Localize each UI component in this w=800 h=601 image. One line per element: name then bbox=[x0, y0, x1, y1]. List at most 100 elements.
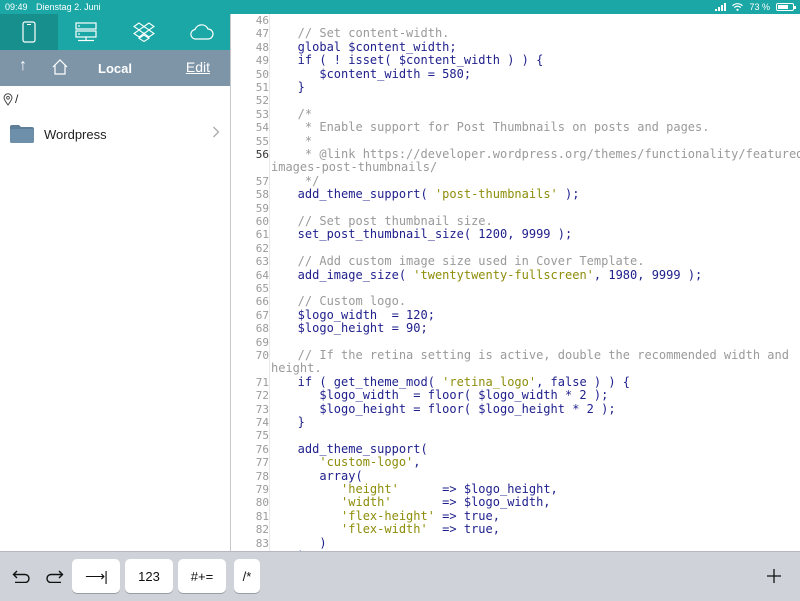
tab-dropbox[interactable] bbox=[115, 14, 173, 50]
line-number: 78 bbox=[255, 469, 269, 483]
line-number: 64 bbox=[255, 268, 269, 282]
line-number: 75 bbox=[255, 429, 269, 443]
tab-key[interactable]: ⟶| bbox=[72, 559, 120, 593]
numbers-key-label: 123 bbox=[138, 568, 160, 584]
code-line: 65 bbox=[231, 282, 800, 295]
tab-local-device[interactable] bbox=[0, 14, 58, 50]
code-line: 59 bbox=[231, 202, 800, 215]
code-line: 68 $logo_height = 90; bbox=[231, 321, 800, 336]
code-line: 64 add_image_size( 'twentytwenty-fullscr… bbox=[231, 268, 800, 282]
line-number: 77 bbox=[255, 456, 269, 470]
code-text: array( bbox=[276, 468, 363, 483]
code-text: /* bbox=[276, 106, 313, 121]
redo-button[interactable] bbox=[40, 559, 68, 593]
code-token: // Set post thumbnail size. bbox=[276, 214, 493, 228]
code-token: => $logo_width, bbox=[391, 495, 551, 510]
line-number: 67 bbox=[255, 308, 269, 322]
code-token: height. bbox=[271, 361, 322, 376]
cellular-signal-icon bbox=[715, 3, 727, 11]
code-token: 'flex-width' bbox=[276, 522, 428, 537]
line-number: 82 bbox=[255, 523, 269, 537]
line-number: 52 bbox=[255, 94, 269, 108]
code-line: 78 array( bbox=[231, 468, 800, 483]
code-line: 70 // If the retina setting is active, d… bbox=[231, 348, 800, 362]
code-text: $logo_height = 90; bbox=[276, 321, 428, 335]
code-line: 69 bbox=[231, 336, 800, 349]
line-number: 60 bbox=[255, 215, 269, 228]
code-text: * bbox=[276, 134, 312, 148]
code-token: set_post_thumbnail_size( 1200, 9999 ); bbox=[276, 227, 573, 242]
add-button[interactable] bbox=[760, 559, 788, 593]
line-number: 81 bbox=[255, 509, 269, 523]
keyboard-accessory-bar: ⟶| 123 #+= /* bbox=[0, 551, 800, 601]
line-number: 68 bbox=[255, 322, 269, 336]
code-editor[interactable]: 46 47 // Set content-width. 48 global $con… bbox=[231, 14, 800, 551]
code-token: // Custom logo. bbox=[276, 294, 407, 309]
code-text: ) bbox=[276, 536, 326, 550]
server-icon bbox=[75, 22, 97, 42]
code-token: 'post-thumbnails' bbox=[434, 187, 558, 202]
code-token: * Enable support for Post Thumbnails on … bbox=[276, 120, 710, 135]
dropbox-icon bbox=[132, 22, 155, 42]
folder-icon bbox=[10, 125, 34, 143]
code-token: $logo_width = 120; bbox=[276, 307, 435, 322]
code-line: 52 bbox=[231, 94, 800, 107]
undo-icon bbox=[12, 570, 30, 583]
code-line: 71 if ( get_theme_mod( 'retina_logo', fa… bbox=[231, 374, 800, 389]
code-text: } bbox=[276, 415, 305, 429]
code-line: 58 add_theme_support( 'post-thumbnails' … bbox=[231, 187, 800, 202]
line-number: 63 bbox=[255, 255, 269, 269]
code-line: 79 'height' => $logo_height, bbox=[231, 482, 800, 496]
line-number: 62 bbox=[255, 241, 269, 255]
line-number: 80 bbox=[255, 496, 269, 510]
code-line: 50 $content_width = 580; bbox=[231, 67, 800, 81]
battery-icon bbox=[776, 3, 796, 11]
code-text: } bbox=[276, 80, 305, 94]
code-line: 77 'custom-logo', bbox=[231, 455, 800, 470]
line-number: 51 bbox=[255, 81, 269, 94]
code-token: ); bbox=[557, 187, 580, 202]
code-token: , bbox=[413, 455, 421, 470]
line-number: 72 bbox=[255, 389, 269, 403]
code-line: 49 if ( ! isset( $content_width ) ) { bbox=[231, 53, 800, 67]
line-number: 66 bbox=[255, 295, 269, 309]
line-number: 69 bbox=[255, 335, 269, 349]
code-text: 'height' => $logo_height, bbox=[276, 482, 558, 496]
code-text: 'flex-width' => true, bbox=[276, 522, 500, 537]
code-token: /* bbox=[276, 106, 313, 121]
line-number: 55 bbox=[255, 134, 269, 148]
code-token: } bbox=[276, 415, 305, 429]
tab-key-label: ⟶| bbox=[85, 567, 108, 584]
code-line: 76 add_theme_support( bbox=[231, 442, 800, 456]
code-token: add_theme_support( bbox=[276, 187, 435, 202]
code-line: 74 } bbox=[231, 415, 800, 429]
tab-server[interactable] bbox=[58, 14, 116, 50]
code-line: 66 // Custom logo. bbox=[231, 294, 800, 309]
code-token: 'retina_logo' bbox=[442, 374, 537, 389]
line-number: 73 bbox=[255, 402, 269, 416]
status-time: 09:49 bbox=[5, 2, 28, 12]
numbers-key[interactable]: 123 bbox=[125, 559, 173, 593]
tab-cloud[interactable] bbox=[173, 14, 231, 50]
code-text: $content_width = 580; bbox=[276, 67, 471, 81]
code-token: array( bbox=[276, 468, 363, 483]
code-text: images-post-thumbnails/ bbox=[271, 161, 437, 174]
line-number: 70 bbox=[255, 349, 269, 362]
list-item-folder[interactable]: Wordpress bbox=[0, 112, 230, 156]
code-token: global $content_width; bbox=[276, 39, 457, 54]
code-token: => $logo_height, bbox=[398, 482, 558, 496]
code-text: add_image_size( 'twentytwenty-fullscreen… bbox=[276, 268, 703, 282]
line-number: 71 bbox=[255, 375, 269, 389]
line-number: 57 bbox=[255, 174, 269, 188]
code-text: * @link https://developer.wordpress.org/… bbox=[276, 147, 800, 161]
undo-button[interactable] bbox=[8, 559, 36, 593]
symbols-key[interactable]: #+= bbox=[178, 559, 226, 593]
current-path: / bbox=[0, 86, 230, 112]
code-text: 'flex-height' => true, bbox=[276, 509, 500, 523]
code-line: 55 * bbox=[231, 134, 800, 148]
code-token: 'height' bbox=[276, 482, 399, 496]
code-token: , false ) ) { bbox=[536, 374, 631, 389]
comment-key[interactable]: /* bbox=[234, 559, 260, 593]
edit-button[interactable]: Edit bbox=[186, 59, 210, 75]
battery-percent: 73 % bbox=[749, 2, 770, 12]
